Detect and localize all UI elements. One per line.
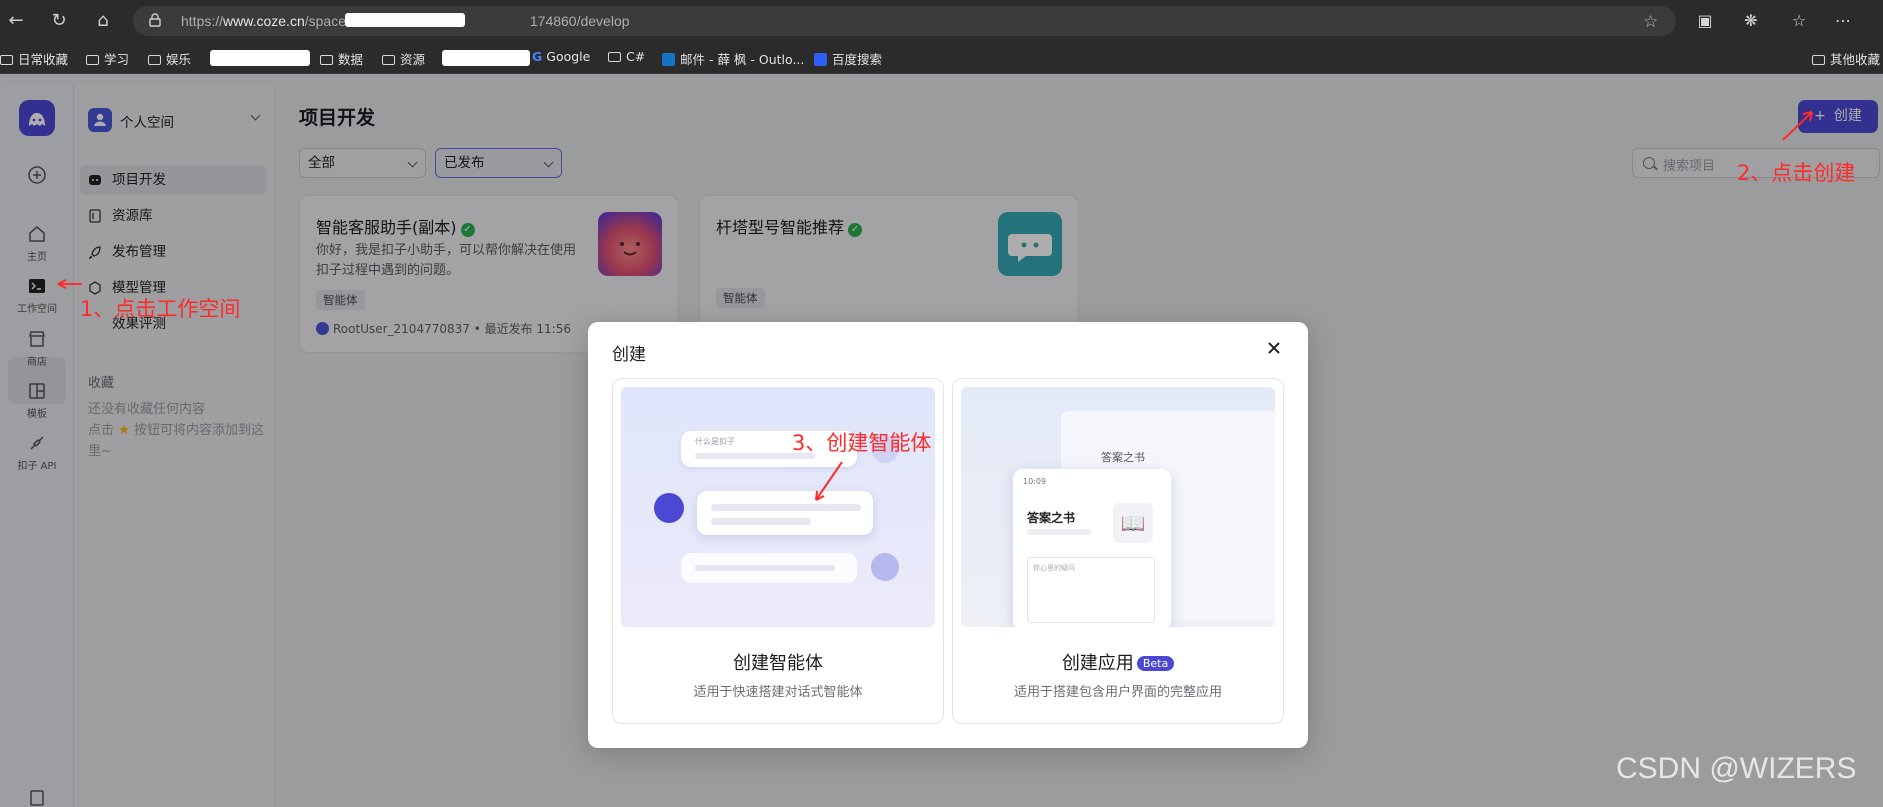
arrow-step2	[1782, 111, 1813, 141]
watermark: CSDN @WIZERS	[1616, 752, 1857, 785]
annotation-step2: 2、点击创建	[1737, 161, 1856, 185]
annotation-step1: 1、点击工作空间	[80, 297, 241, 321]
arrow-step3	[815, 461, 843, 501]
annotation-step3: 3、创建智能体	[792, 431, 932, 455]
annotation-arrows	[57, 111, 1813, 501]
